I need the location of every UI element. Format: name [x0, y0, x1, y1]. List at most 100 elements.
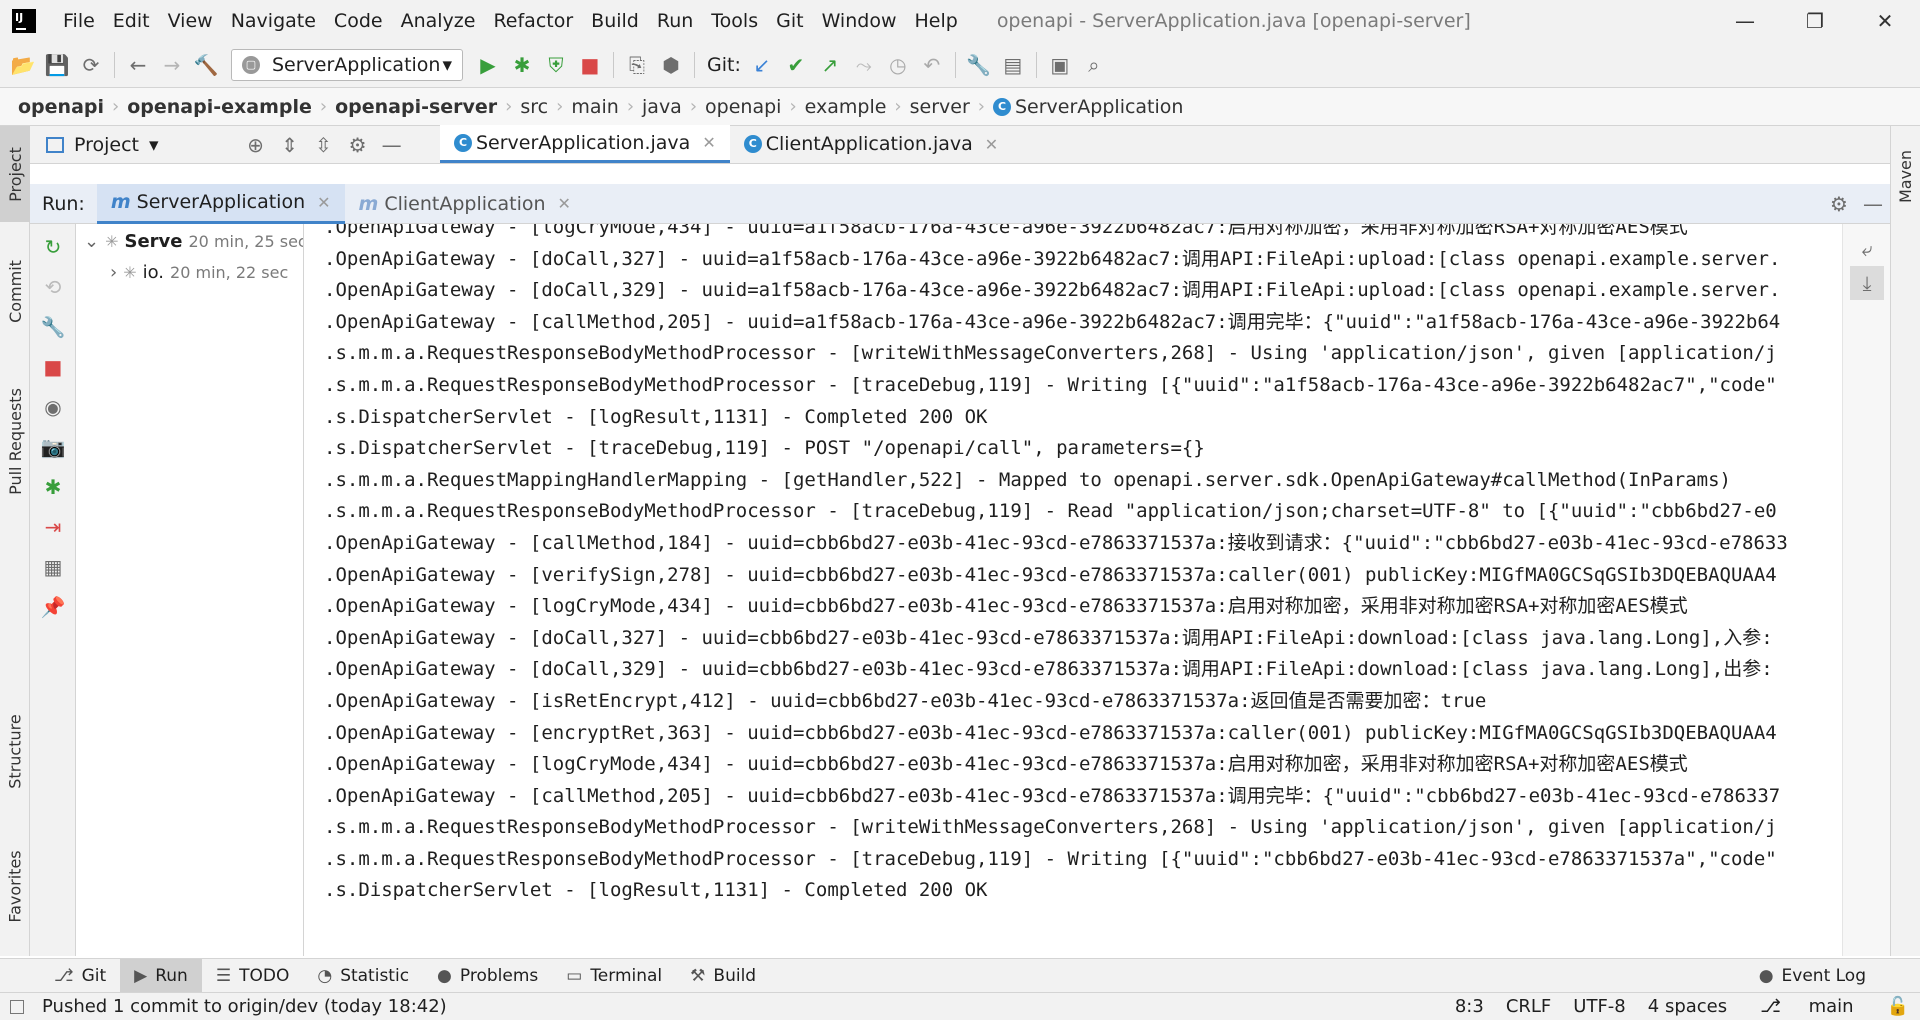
sync-icon[interactable]: ⟳: [74, 48, 108, 82]
stop-icon[interactable]: ■: [573, 48, 607, 82]
status-square-icon[interactable]: [10, 999, 24, 1014]
run-tab-server-application[interactable]: m ServerApplication ✕: [96, 183, 345, 224]
run-icon[interactable]: ▶: [471, 48, 505, 82]
rollback-icon[interactable]: ↶: [915, 48, 949, 82]
close-window-icon[interactable]: ✕: [1850, 9, 1920, 33]
git-push-icon[interactable]: ↗: [813, 48, 847, 82]
tool-tab-maven[interactable]: Maven: [1891, 126, 1920, 226]
gear-icon[interactable]: ⚙: [341, 128, 375, 162]
scroll-to-end-icon[interactable]: ⤓: [1850, 266, 1884, 300]
menu-refactor[interactable]: Refactor: [484, 10, 582, 32]
git-branch[interactable]: ⎇ main: [1749, 996, 1864, 1017]
build-project-icon[interactable]: ⬢: [654, 48, 688, 82]
pin-icon[interactable]: 📌: [36, 590, 70, 624]
hide-panel-icon[interactable]: —: [375, 128, 409, 162]
console-output[interactable]: .OpenApiGateway - [logCryMode,434] - uui…: [304, 224, 1842, 956]
menu-navigate[interactable]: Navigate: [222, 10, 325, 32]
bottom-tab-todo[interactable]: ☰ TODO: [202, 959, 304, 993]
debug-icon[interactable]: ✱: [505, 48, 539, 82]
event-log-button[interactable]: ● Event Log: [1745, 959, 1880, 993]
menu-window[interactable]: Window: [813, 10, 906, 32]
rerun-failed-icon[interactable]: ⟲: [36, 270, 70, 304]
bottom-tab-terminal[interactable]: ▭ Terminal: [552, 959, 676, 993]
soft-wrap-icon[interactable]: ⤶: [1850, 232, 1884, 266]
close-tab-icon[interactable]: ✕: [558, 194, 571, 213]
crumb-openapi[interactable]: openapi: [18, 96, 104, 118]
status-message[interactable]: Pushed 1 commit to origin/dev (today 18:…: [42, 996, 447, 1017]
crumb-openapi-server[interactable]: openapi-server: [335, 96, 497, 118]
minimize-icon[interactable]: —: [1710, 9, 1780, 33]
project-structure-icon[interactable]: ▤: [996, 48, 1030, 82]
gear-icon[interactable]: ⚙: [1822, 187, 1856, 221]
crumb-main[interactable]: main: [571, 96, 618, 118]
tool-tab-pull-requests[interactable]: Pull Requests: [0, 366, 30, 516]
attach-debugger-icon[interactable]: ⎘: [620, 48, 654, 82]
open-folder-icon[interactable]: 📂: [6, 48, 40, 82]
tool-tab-commit[interactable]: Commit: [0, 236, 30, 346]
project-panel-title[interactable]: Project: [74, 134, 139, 156]
collapse-all-icon[interactable]: ⇳: [307, 128, 341, 162]
debug-bug-icon[interactable]: ✱: [36, 470, 70, 504]
search-icon[interactable]: ⌕: [1077, 48, 1111, 82]
wrench-icon[interactable]: 🔧: [36, 310, 70, 344]
coverage-icon[interactable]: ⛨: [539, 48, 573, 82]
tree-row[interactable]: ⌄ ✳ Serve 20 min, 25 sec: [76, 226, 303, 257]
expand-all-icon[interactable]: ⇕: [273, 128, 307, 162]
crumb-server[interactable]: server: [910, 96, 970, 118]
bottom-tab-git[interactable]: ⎇ Git: [40, 959, 120, 993]
rerun-icon[interactable]: ↻: [36, 230, 70, 264]
tool-tab-project[interactable]: Project: [0, 126, 30, 222]
menu-file[interactable]: File: [54, 10, 104, 32]
tool-tab-structure[interactable]: Structure: [0, 696, 30, 806]
menu-git[interactable]: Git: [767, 10, 812, 32]
menu-view[interactable]: View: [159, 10, 222, 32]
bottom-tab-statistic[interactable]: ◔ Statistic: [303, 959, 423, 993]
crumb-src[interactable]: src: [520, 96, 548, 118]
hide-panel-icon[interactable]: —: [1856, 187, 1890, 221]
eye-icon[interactable]: ◉: [36, 390, 70, 424]
build-hammer-icon[interactable]: 🔨: [189, 48, 223, 82]
indent-setting[interactable]: 4 spaces: [1648, 996, 1727, 1017]
crumb-server-application[interactable]: ServerApplication: [1015, 96, 1183, 118]
settings-wrench-icon[interactable]: 🔧: [962, 48, 996, 82]
locate-target-icon[interactable]: ⊕: [239, 128, 273, 162]
menu-code[interactable]: Code: [325, 10, 392, 32]
chevron-down-icon[interactable]: ▾: [149, 134, 159, 156]
layout-icon[interactable]: ▦: [36, 550, 70, 584]
git-commit-icon[interactable]: ✔: [779, 48, 813, 82]
bottom-tab-run[interactable]: ▶ Run: [120, 958, 202, 993]
forward-icon[interactable]: →: [155, 48, 189, 82]
stop-icon[interactable]: ■: [36, 350, 70, 384]
tree-row[interactable]: › ✳ io. 20 min, 22 sec: [76, 257, 303, 288]
lock-icon[interactable]: 🔓: [1887, 996, 1909, 1017]
run-tab-client-application[interactable]: m ClientApplication ✕: [345, 184, 585, 224]
camera-icon[interactable]: 📷: [36, 430, 70, 464]
crumb-example[interactable]: example: [805, 96, 887, 118]
chevron-right-icon[interactable]: ›: [110, 262, 117, 283]
bottom-tab-build[interactable]: ⚒ Build: [676, 959, 770, 993]
git-merge-icon[interactable]: ⤳: [847, 48, 881, 82]
menu-help[interactable]: Help: [905, 10, 966, 32]
menu-run[interactable]: Run: [648, 10, 702, 32]
git-update-icon[interactable]: ↙: [745, 48, 779, 82]
close-tab-icon[interactable]: ✕: [702, 133, 715, 152]
save-all-icon[interactable]: 💾: [40, 48, 74, 82]
crumb-openapi-example[interactable]: openapi-example: [127, 96, 312, 118]
run-configuration-select[interactable]: ▢ ServerApplication ▾: [231, 48, 463, 81]
chevron-down-icon[interactable]: ⌄: [84, 231, 99, 252]
back-icon[interactable]: ←: [121, 48, 155, 82]
close-tab-icon[interactable]: ✕: [317, 193, 330, 212]
editor-tab-client-application[interactable]: C ClientApplication.java ✕: [730, 125, 1012, 163]
crumb-java[interactable]: java: [642, 96, 682, 118]
cursor-position[interactable]: 8:3: [1455, 996, 1484, 1017]
bottom-tab-problems[interactable]: ● Problems: [423, 959, 552, 993]
line-separator[interactable]: CRLF: [1506, 996, 1551, 1017]
crumb-openapi-pkg[interactable]: openapi: [705, 96, 781, 118]
file-encoding[interactable]: UTF-8: [1573, 996, 1625, 1017]
history-icon[interactable]: ◷: [881, 48, 915, 82]
presentation-icon[interactable]: ▣: [1043, 48, 1077, 82]
menu-build[interactable]: Build: [582, 10, 648, 32]
close-tab-icon[interactable]: ✕: [985, 135, 998, 154]
restore-icon[interactable]: ❐: [1780, 9, 1850, 33]
menu-tools[interactable]: Tools: [702, 10, 767, 32]
